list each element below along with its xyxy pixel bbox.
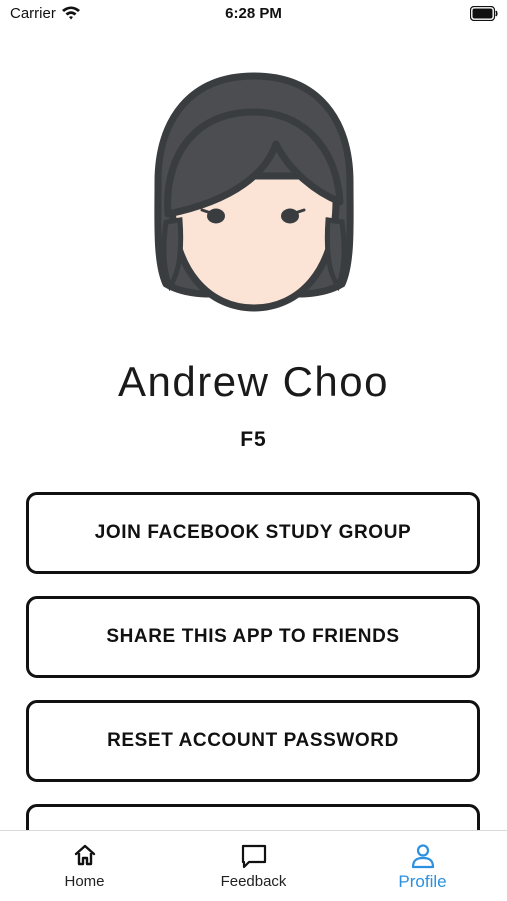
tab-feedback[interactable]: Feedback xyxy=(169,831,338,901)
profile-name: Andrew Choo xyxy=(118,358,389,405)
battery-icon xyxy=(469,5,498,26)
reset-password-button[interactable]: RESET ACCOUNT PASSWORD xyxy=(26,700,480,782)
status-time: 6:28 PM xyxy=(225,5,282,22)
user-icon xyxy=(411,843,435,869)
join-facebook-group-label: JOIN FACEBOOK STUDY GROUP xyxy=(94,522,412,543)
tab-home[interactable]: Home xyxy=(0,831,169,901)
female-avatar-icon xyxy=(150,72,358,320)
status-bar: Carrier 6:28 PM xyxy=(0,0,507,30)
tab-bar: Home Feedback Profile xyxy=(0,830,507,901)
home-icon xyxy=(73,843,97,869)
tab-home-label: Home xyxy=(64,873,105,890)
reset-password-label: RESET ACCOUNT PASSWORD xyxy=(107,730,399,751)
share-app-button[interactable]: SHARE THIS APP TO FRIENDS xyxy=(26,596,480,678)
share-app-label: SHARE THIS APP TO FRIENDS xyxy=(106,626,400,647)
profile-subtitle: F5 xyxy=(240,428,267,451)
join-facebook-group-button[interactable]: JOIN FACEBOOK STUDY GROUP xyxy=(26,492,480,574)
tab-profile[interactable]: Profile xyxy=(338,831,507,901)
tab-profile-label: Profile xyxy=(398,872,447,891)
message-square-icon xyxy=(241,843,267,869)
tab-feedback-label: Feedback xyxy=(220,873,287,890)
